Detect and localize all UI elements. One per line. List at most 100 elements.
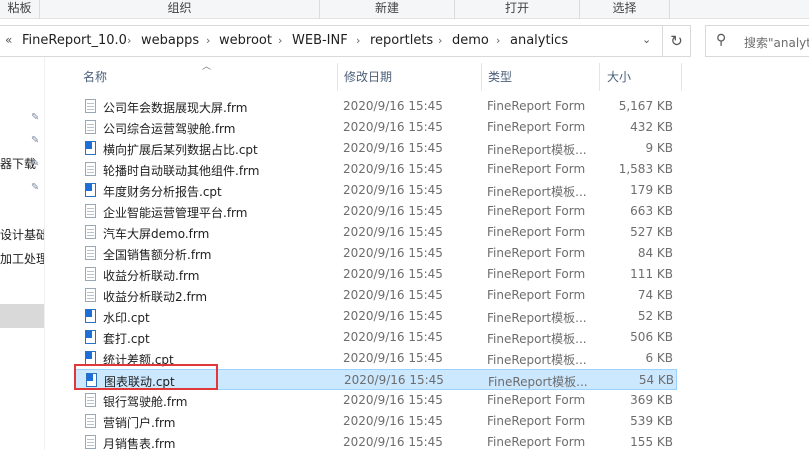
refresh-icon: ↻ — [670, 32, 683, 50]
file-size: 527 KB — [630, 225, 673, 239]
column-header-date[interactable]: 修改日期 — [344, 68, 392, 85]
file-size: 74 KB — [637, 288, 673, 302]
address-bar[interactable]: « FineReport_10.0 › webapps › webroot › … — [0, 25, 663, 57]
table-row[interactable]: 公司年会数据展现大屏.frm 2020/9/16 15:45 FineReport … — [75, 96, 677, 117]
file-type: FineReport Form — [487, 99, 586, 113]
file-type: FineReport模板... — [487, 143, 587, 157]
file-date: 2020/9/16 15:45 — [343, 246, 443, 260]
table-row[interactable]: 企业智能运营管理平台.frm 2020/9/16 15:45 FineReport … — [75, 201, 677, 222]
frm-file-icon — [85, 414, 96, 428]
file-size: 111 KB — [630, 267, 673, 281]
ribbon-group-new: 新建 — [320, 0, 455, 19]
file-date: 2020/9/16 15:45 — [343, 267, 443, 281]
file-name: 全国销售额分析.frm — [103, 248, 212, 262]
nav-item[interactable]: 加工处理 — [0, 248, 45, 270]
chevron-right-icon[interactable]: › — [127, 34, 131, 47]
file-size: 6 KB — [645, 351, 673, 365]
table-row[interactable]: 全国销售额分析.frm 2020/9/16 15:45 FineReport For… — [75, 243, 677, 264]
file-date: 2020/9/16 15:45 — [343, 120, 443, 134]
file-date: 2020/9/16 15:45 — [343, 351, 443, 365]
breadcrumb-overflow-icon[interactable]: « — [5, 33, 12, 47]
nav-item[interactable]: 设计基础 — [0, 224, 44, 246]
nav-item-label: 加工处理 — [0, 252, 45, 266]
cpt-file-icon — [85, 351, 96, 365]
file-name: 年度财务分析报告.cpt — [103, 185, 222, 199]
highlight-annotation-box — [74, 364, 218, 390]
frm-file-icon — [85, 99, 96, 113]
chevron-right-icon[interactable]: › — [356, 34, 360, 47]
column-header-type[interactable]: 类型 — [488, 68, 512, 85]
frm-file-icon — [85, 393, 96, 407]
file-type: FineReport Form — [487, 246, 586, 260]
table-row[interactable]: 收益分析联动.frm 2020/9/16 15:45 FineReport Form… — [75, 264, 677, 285]
breadcrumb-item[interactable]: webapps — [141, 33, 199, 48]
refresh-button[interactable]: ↻ — [663, 25, 691, 57]
table-row[interactable]: 轮播时自动联动其他组件.frm 2020/9/16 15:45 FineReport… — [75, 159, 677, 180]
frm-file-icon — [85, 288, 96, 302]
table-row[interactable]: 月销售表.frm 2020/9/16 15:45 FineReport Form 15… — [75, 432, 677, 450]
file-date: 2020/9/16 15:45 — [343, 183, 443, 197]
nav-item[interactable]: 器下载 ✎ — [0, 153, 44, 175]
frm-file-icon — [85, 204, 96, 218]
file-type: FineReport Form — [487, 162, 586, 176]
file-size: 52 KB — [637, 309, 673, 323]
breadcrumb-item[interactable]: WEB-INF — [292, 33, 348, 48]
file-name: 公司综合运营驾驶舱.frm — [103, 122, 236, 136]
file-type: FineReport模板... — [487, 185, 587, 199]
file-type: FineReport模板... — [487, 311, 587, 325]
column-divider[interactable] — [337, 63, 338, 91]
breadcrumb-item[interactable]: reportlets — [370, 33, 433, 48]
table-row[interactable]: 套打.cpt 2020/9/16 15:45 FineReport模板... 506 … — [75, 327, 677, 348]
column-header-name[interactable]: 名称 — [83, 68, 107, 85]
table-row[interactable]: 横向扩展后某列数据占比.cpt 2020/9/16 15:45 FineReport… — [75, 138, 677, 159]
pin-icon: ✎ — [31, 182, 40, 193]
column-divider[interactable] — [481, 63, 482, 91]
chevron-right-icon[interactable]: › — [496, 34, 500, 47]
file-size: 1,583 KB — [618, 162, 673, 176]
ribbon-group-organize: 组织 — [40, 0, 320, 19]
file-name: 公司年会数据展现大屏.frm — [103, 101, 248, 115]
file-size: 539 KB — [630, 414, 673, 428]
table-row[interactable]: 公司综合运营驾驶舱.frm 2020/9/16 15:45 FineReport F… — [75, 117, 677, 138]
column-divider[interactable] — [681, 63, 682, 91]
file-name: 轮播时自动联动其他组件.frm — [103, 164, 260, 178]
file-type: FineReport Form — [487, 435, 586, 449]
table-row[interactable]: 汽车大屏demo.frm 2020/9/16 15:45 FineReport Fo… — [75, 222, 677, 243]
file-date: 2020/9/16 15:45 — [343, 204, 443, 218]
table-row[interactable]: 收益分析联动2.frm 2020/9/16 15:45 FineReport For… — [75, 285, 677, 306]
file-date: 2020/9/16 15:45 — [343, 309, 443, 323]
file-date: 2020/9/16 15:45 — [343, 162, 443, 176]
nav-item[interactable]: ✎ — [0, 130, 44, 152]
chevron-right-icon[interactable]: › — [278, 34, 282, 47]
address-row: « FineReport_10.0 › webapps › webroot › … — [0, 25, 809, 57]
file-size: 84 KB — [637, 246, 673, 260]
file-size: 54 KB — [638, 373, 674, 387]
file-size: 179 KB — [630, 183, 673, 197]
chevron-right-icon[interactable]: › — [438, 34, 442, 47]
breadcrumb-item-current[interactable]: analytics — [510, 33, 568, 48]
table-row[interactable]: 银行驾驶舱.frm 2020/9/16 15:45 FineReport Form 3… — [75, 390, 677, 411]
column-divider[interactable] — [599, 63, 600, 91]
chevron-right-icon[interactable]: › — [206, 34, 210, 47]
search-input[interactable]: ⚲ 搜索"analytics" — [705, 25, 809, 57]
column-header-size[interactable]: 大小 — [607, 68, 631, 85]
breadcrumb-item[interactable]: FineReport_10.0 — [22, 33, 127, 48]
search-placeholder: 搜索"analytics" — [744, 36, 809, 50]
file-date: 2020/9/16 15:45 — [343, 393, 443, 407]
frm-file-icon — [85, 435, 96, 449]
table-row[interactable]: 年度财务分析报告.cpt 2020/9/16 15:45 FineReport模板.… — [75, 180, 677, 201]
breadcrumb-item[interactable]: demo — [452, 33, 489, 48]
file-name: 套打.cpt — [103, 332, 150, 346]
breadcrumb-item[interactable]: webroot — [219, 33, 272, 48]
chevron-down-icon[interactable]: ⌄ — [642, 33, 651, 46]
table-row[interactable]: 营销门户.frm 2020/9/16 15:45 FineReport Form 53… — [75, 411, 677, 432]
nav-item-selected[interactable] — [0, 304, 44, 328]
file-name: 收益分析联动2.frm — [103, 290, 208, 304]
ribbon-group-select: 选择 — [580, 0, 670, 19]
nav-item[interactable] — [0, 200, 44, 222]
ribbon-group-clipboard: 粘板 — [0, 0, 40, 19]
table-row[interactable]: 水印.cpt 2020/9/16 15:45 FineReport模板... 52 K… — [75, 306, 677, 327]
nav-item[interactable]: ✎ — [0, 107, 44, 129]
file-name: 营销门户.frm — [103, 416, 176, 430]
nav-item[interactable]: ✎ — [0, 177, 44, 199]
